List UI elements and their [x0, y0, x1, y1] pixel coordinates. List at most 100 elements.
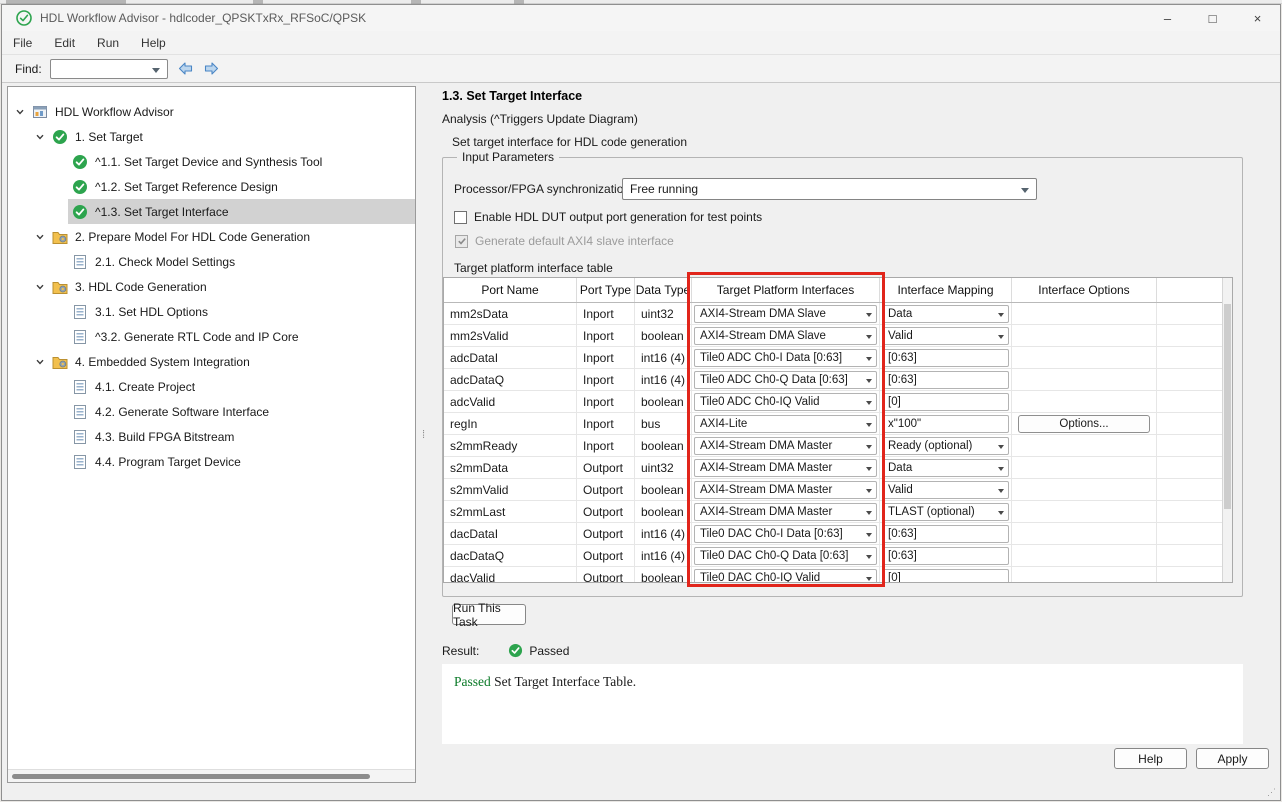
panel-splitter[interactable]: ⁞ — [416, 86, 430, 783]
close-icon[interactable]: × — [1235, 5, 1280, 31]
interface-mapping-field[interactable]: [0:63] — [882, 525, 1009, 543]
processor-fpga-sync-dropdown[interactable]: Free running — [622, 178, 1037, 200]
cell-interface-options: Options... — [1012, 413, 1157, 434]
tree-item-body[interactable]: 2.1. Check Model Settings — [68, 249, 415, 274]
run-this-task-button[interactable]: Run This Task — [452, 604, 526, 625]
interface-mapping-field[interactable]: Valid — [882, 481, 1009, 499]
target-platform-interface-dropdown[interactable]: Tile0 DAC Ch0-Q Data [0:63] — [694, 547, 877, 565]
tree-item-body[interactable]: ^1.1. Set Target Device and Synthesis To… — [68, 149, 415, 174]
tree-item-5[interactable]: 2. Prepare Model For HDL Code Generation — [8, 224, 415, 249]
cell-port-type: Outport — [577, 457, 635, 478]
tree-item-2[interactable]: ^1.1. Set Target Device and Synthesis To… — [8, 149, 415, 174]
interface-options-button[interactable]: Options... — [1018, 415, 1150, 433]
tree-item-body[interactable]: ^1.3. Set Target Interface — [68, 199, 415, 224]
interface-mapping-field[interactable]: [0:63] — [882, 547, 1009, 565]
menu-file[interactable]: File — [2, 33, 43, 53]
tree-item-body[interactable]: ^1.2. Set Target Reference Design — [68, 174, 415, 199]
target-platform-interface-dropdown[interactable]: AXI4-Stream DMA Slave — [694, 305, 877, 323]
target-platform-interface-dropdown[interactable]: Tile0 ADC Ch0-Q Data [0:63] — [694, 371, 877, 389]
tree-item-9[interactable]: ^3.2. Generate RTL Code and IP Core — [8, 324, 415, 349]
cell-port-type: Outport — [577, 545, 635, 566]
expander-chevron-icon[interactable] — [32, 282, 48, 292]
cell-interface-options — [1012, 523, 1157, 544]
target-platform-interface-dropdown[interactable]: Tile0 ADC Ch0-I Data [0:63] — [694, 349, 877, 367]
tree-item-body[interactable]: HDL Workflow Advisor — [28, 99, 415, 124]
resize-grip[interactable]: ⋰ — [1267, 787, 1277, 798]
tree-item-body[interactable]: 2. Prepare Model For HDL Code Generation — [48, 224, 415, 249]
tree-item-6[interactable]: 2.1. Check Model Settings — [8, 249, 415, 274]
tree-item-body[interactable]: 4. Embedded System Integration — [48, 349, 415, 374]
column-header-filler — [1157, 278, 1232, 302]
find-input[interactable] — [50, 59, 168, 79]
cell-target-platform-interface: AXI4-Stream DMA Slave — [692, 325, 880, 346]
workflow-tree-panel: HDL Workflow Advisor 1. Set Target ^1.1.… — [7, 86, 416, 783]
tree-item-7[interactable]: 3. HDL Code Generation — [8, 274, 415, 299]
tree-item-body[interactable]: 4.2. Generate Software Interface — [68, 399, 415, 424]
menu-edit[interactable]: Edit — [43, 33, 86, 53]
table-row: s2mmValid Outport boolean AXI4-Stream DM… — [444, 479, 1222, 501]
expander-chevron-icon[interactable] — [12, 107, 28, 117]
tree-horizontal-scrollbar[interactable] — [8, 769, 415, 782]
tree-item-body[interactable]: 4.3. Build FPGA Bitstream — [68, 424, 415, 449]
target-platform-interface-dropdown[interactable]: AXI4-Stream DMA Master — [694, 503, 877, 521]
target-platform-interface-dropdown[interactable]: AXI4-Lite — [694, 415, 877, 433]
interface-mapping-field[interactable]: Valid — [882, 327, 1009, 345]
find-next-button[interactable] — [203, 61, 220, 76]
interface-mapping-field[interactable]: TLAST (optional) — [882, 503, 1009, 521]
task-icon — [72, 329, 88, 345]
tree-item-body[interactable]: 4.4. Program Target Device — [68, 449, 415, 474]
scrollbar-thumb[interactable] — [1224, 304, 1231, 509]
expander-chevron-icon[interactable] — [32, 357, 48, 367]
test-points-checkbox[interactable] — [454, 211, 467, 224]
apply-button[interactable]: Apply — [1196, 748, 1269, 769]
find-previous-button[interactable] — [177, 61, 194, 76]
target-platform-interface-dropdown[interactable]: Tile0 ADC Ch0-IQ Valid — [694, 393, 877, 411]
target-platform-interface-dropdown[interactable]: Tile0 DAC Ch0-I Data [0:63] — [694, 525, 877, 543]
tree-item-14[interactable]: 4.4. Program Target Device — [8, 449, 415, 474]
menu-help[interactable]: Help — [130, 33, 177, 53]
interface-mapping-field[interactable]: x"100" — [882, 415, 1009, 433]
target-platform-interface-dropdown[interactable]: AXI4-Stream DMA Master — [694, 437, 877, 455]
tree-item-13[interactable]: 4.3. Build FPGA Bitstream — [8, 424, 415, 449]
tree-item-body[interactable]: 3.1. Set HDL Options — [68, 299, 415, 324]
tree-item-12[interactable]: 4.2. Generate Software Interface — [8, 399, 415, 424]
tree-item-8[interactable]: 3.1. Set HDL Options — [8, 299, 415, 324]
tree-item-11[interactable]: 4.1. Create Project — [8, 374, 415, 399]
tree-item-3[interactable]: ^1.2. Set Target Reference Design — [8, 174, 415, 199]
tree-item-4[interactable]: ^1.3. Set Target Interface — [8, 199, 415, 224]
tree-item-body[interactable]: 1. Set Target — [48, 124, 415, 149]
tree-item-1[interactable]: 1. Set Target — [8, 124, 415, 149]
interface-mapping-field[interactable]: Data — [882, 459, 1009, 477]
target-platform-interface-dropdown[interactable]: AXI4-Stream DMA Master — [694, 459, 877, 477]
passed-check-icon — [72, 154, 88, 170]
cell-port-type: Inport — [577, 303, 635, 324]
cell-interface-mapping: TLAST (optional) — [880, 501, 1012, 522]
target-platform-interface-dropdown[interactable]: AXI4-Stream DMA Master — [694, 481, 877, 499]
tree-item-body[interactable]: ^3.2. Generate RTL Code and IP Core — [68, 324, 415, 349]
cell-data-type: boolean — [635, 567, 692, 582]
menu-run[interactable]: Run — [86, 33, 130, 53]
expander-chevron-icon[interactable] — [32, 232, 48, 242]
minimize-icon[interactable]: – — [1145, 5, 1190, 31]
scrollbar-thumb[interactable] — [12, 774, 370, 779]
tree-item-body[interactable]: 4.1. Create Project — [68, 374, 415, 399]
interface-mapping-field[interactable]: Data — [882, 305, 1009, 323]
result-message: Set Target Interface Table. — [494, 674, 636, 689]
expander-chevron-icon[interactable] — [32, 132, 48, 142]
target-platform-interface-dropdown[interactable]: AXI4-Stream DMA Slave — [694, 327, 877, 345]
tree-item-0[interactable]: HDL Workflow Advisor — [8, 99, 415, 124]
passed-check-icon — [72, 204, 88, 220]
interface-mapping-field[interactable]: [0:63] — [882, 371, 1009, 389]
interface-mapping-field[interactable]: Ready (optional) — [882, 437, 1009, 455]
tree-item-body[interactable]: 3. HDL Code Generation — [48, 274, 415, 299]
help-button[interactable]: Help — [1114, 748, 1187, 769]
interface-mapping-field[interactable]: [0:63] — [882, 349, 1009, 367]
maximize-icon[interactable]: □ — [1190, 5, 1235, 31]
table-vertical-scrollbar[interactable] — [1222, 278, 1232, 582]
table-body: mm2sData Inport uint32 AXI4-Stream DMA S… — [444, 303, 1222, 582]
tree-item-10[interactable]: 4. Embedded System Integration — [8, 349, 415, 374]
target-platform-interface-dropdown[interactable]: Tile0 DAC Ch0-IQ Valid — [694, 569, 877, 583]
interface-mapping-field[interactable]: [0] — [882, 569, 1009, 583]
cell-data-type: boolean — [635, 391, 692, 412]
interface-mapping-field[interactable]: [0] — [882, 393, 1009, 411]
